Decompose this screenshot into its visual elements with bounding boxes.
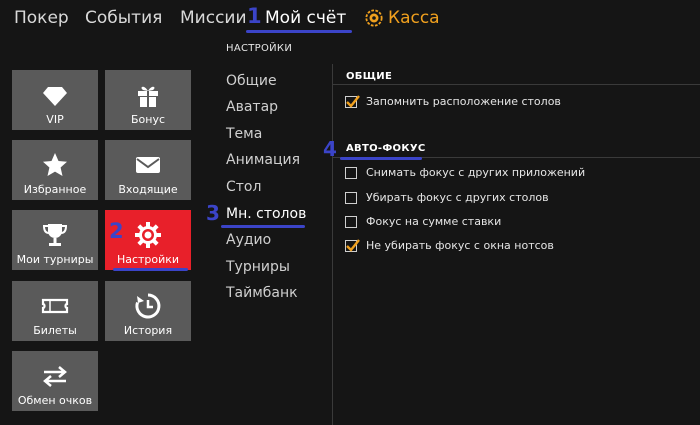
star-icon bbox=[43, 153, 67, 176]
settings-item-audio[interactable]: Аудио bbox=[226, 232, 271, 248]
settings-item-tournaments[interactable]: Турниры bbox=[226, 259, 290, 275]
nav-cash[interactable]: Касса bbox=[365, 8, 440, 28]
option-label: Запомнить расположение столов bbox=[366, 95, 561, 108]
exchange-icon bbox=[43, 366, 67, 387]
tile-label: Билеты bbox=[33, 324, 77, 337]
option-focus-bet-amount[interactable]: Фокус на сумме ставки bbox=[345, 215, 501, 228]
annotation-underline-4 bbox=[340, 157, 422, 160]
option-unfocus-other-apps[interactable]: Снимать фокус с других приложений bbox=[345, 166, 585, 179]
tile-my-tournaments[interactable]: Мои турниры bbox=[12, 210, 98, 270]
option-remember-table-layout[interactable]: Запомнить расположение столов bbox=[345, 94, 561, 108]
annotation-underline-3 bbox=[221, 225, 305, 228]
tile-label: VIP bbox=[46, 113, 64, 126]
tile-bonus[interactable]: Бонус bbox=[105, 70, 191, 130]
tile-inbox[interactable]: Входящие bbox=[105, 140, 191, 200]
checkmark-icon bbox=[346, 238, 360, 252]
checkbox[interactable] bbox=[345, 94, 360, 108]
tile-history[interactable]: История bbox=[105, 281, 191, 341]
settings-item-general[interactable]: Общие bbox=[226, 73, 277, 89]
gear-icon bbox=[135, 222, 161, 248]
annotation-underline-2 bbox=[113, 268, 188, 271]
divider-general bbox=[332, 84, 700, 85]
nav-events[interactable]: События bbox=[85, 8, 162, 28]
settings-title: НАСТРОЙКИ bbox=[226, 43, 293, 54]
nav-cash-label: Касса bbox=[388, 8, 440, 28]
checkbox[interactable] bbox=[345, 166, 357, 179]
tile-vip[interactable]: VIP bbox=[12, 70, 98, 130]
nav-my-account[interactable]: Мой счёт bbox=[265, 8, 346, 28]
nav-missions[interactable]: Миссии bbox=[180, 8, 247, 28]
option-label: Не убирать фокус с окна нотсов bbox=[366, 239, 554, 252]
section-title-general: ОБЩИЕ bbox=[346, 71, 393, 82]
settings-item-animation[interactable]: Анимация bbox=[226, 152, 300, 168]
checkbox[interactable] bbox=[345, 191, 357, 204]
settings-item-multitable[interactable]: Мн. столов bbox=[226, 206, 306, 222]
tile-label: Избранное bbox=[23, 183, 87, 196]
divider-vertical bbox=[332, 64, 333, 425]
settings-item-theme[interactable]: Тема bbox=[226, 126, 262, 142]
settings-item-table[interactable]: Стол bbox=[226, 179, 261, 195]
envelope-icon bbox=[136, 157, 160, 173]
checkbox[interactable] bbox=[345, 238, 360, 252]
diamond-icon bbox=[43, 87, 67, 106]
tile-label: Бонус bbox=[130, 113, 166, 126]
option-label: Фокус на сумме ставки bbox=[366, 215, 502, 228]
option-label: Убирать фокус с других столов bbox=[366, 191, 549, 204]
annotation-1: 1 bbox=[247, 4, 262, 28]
tile-favorites[interactable]: Избранное bbox=[12, 140, 98, 200]
tile-points-exchange[interactable]: Обмен очков bbox=[12, 351, 98, 411]
section-title-autofocus: АВТО-ФОКУС bbox=[346, 143, 426, 154]
nav-poker[interactable]: Покер bbox=[14, 8, 69, 28]
tile-label: Входящие bbox=[118, 183, 178, 196]
tile-label: Настройки bbox=[116, 253, 180, 266]
annotation-underline-1 bbox=[246, 30, 352, 33]
checkmark-icon bbox=[346, 94, 360, 108]
trophy-icon bbox=[42, 224, 68, 246]
checkbox[interactable] bbox=[345, 215, 357, 228]
ticket-icon bbox=[41, 298, 69, 314]
tile-label: История bbox=[123, 324, 173, 337]
annotation-4: 4 bbox=[323, 137, 337, 161]
gift-icon bbox=[138, 86, 158, 107]
tile-label: Обмен очков bbox=[17, 394, 93, 407]
history-icon bbox=[135, 293, 161, 319]
option-keep-notes-focus[interactable]: Не убирать фокус с окна нотсов bbox=[345, 238, 554, 252]
option-label: Снимать фокус с других приложений bbox=[366, 166, 586, 179]
settings-item-timebank[interactable]: Таймбанк bbox=[226, 285, 298, 301]
tile-label: Мои турниры bbox=[16, 253, 94, 266]
option-unfocus-other-tables[interactable]: Убирать фокус с других столов bbox=[345, 191, 549, 204]
annotation-2: 2 bbox=[109, 219, 124, 243]
tile-tickets[interactable]: Билеты bbox=[12, 281, 98, 341]
coin-icon bbox=[365, 9, 383, 27]
settings-item-avatar[interactable]: Аватар bbox=[226, 99, 278, 115]
annotation-3: 3 bbox=[206, 201, 220, 225]
